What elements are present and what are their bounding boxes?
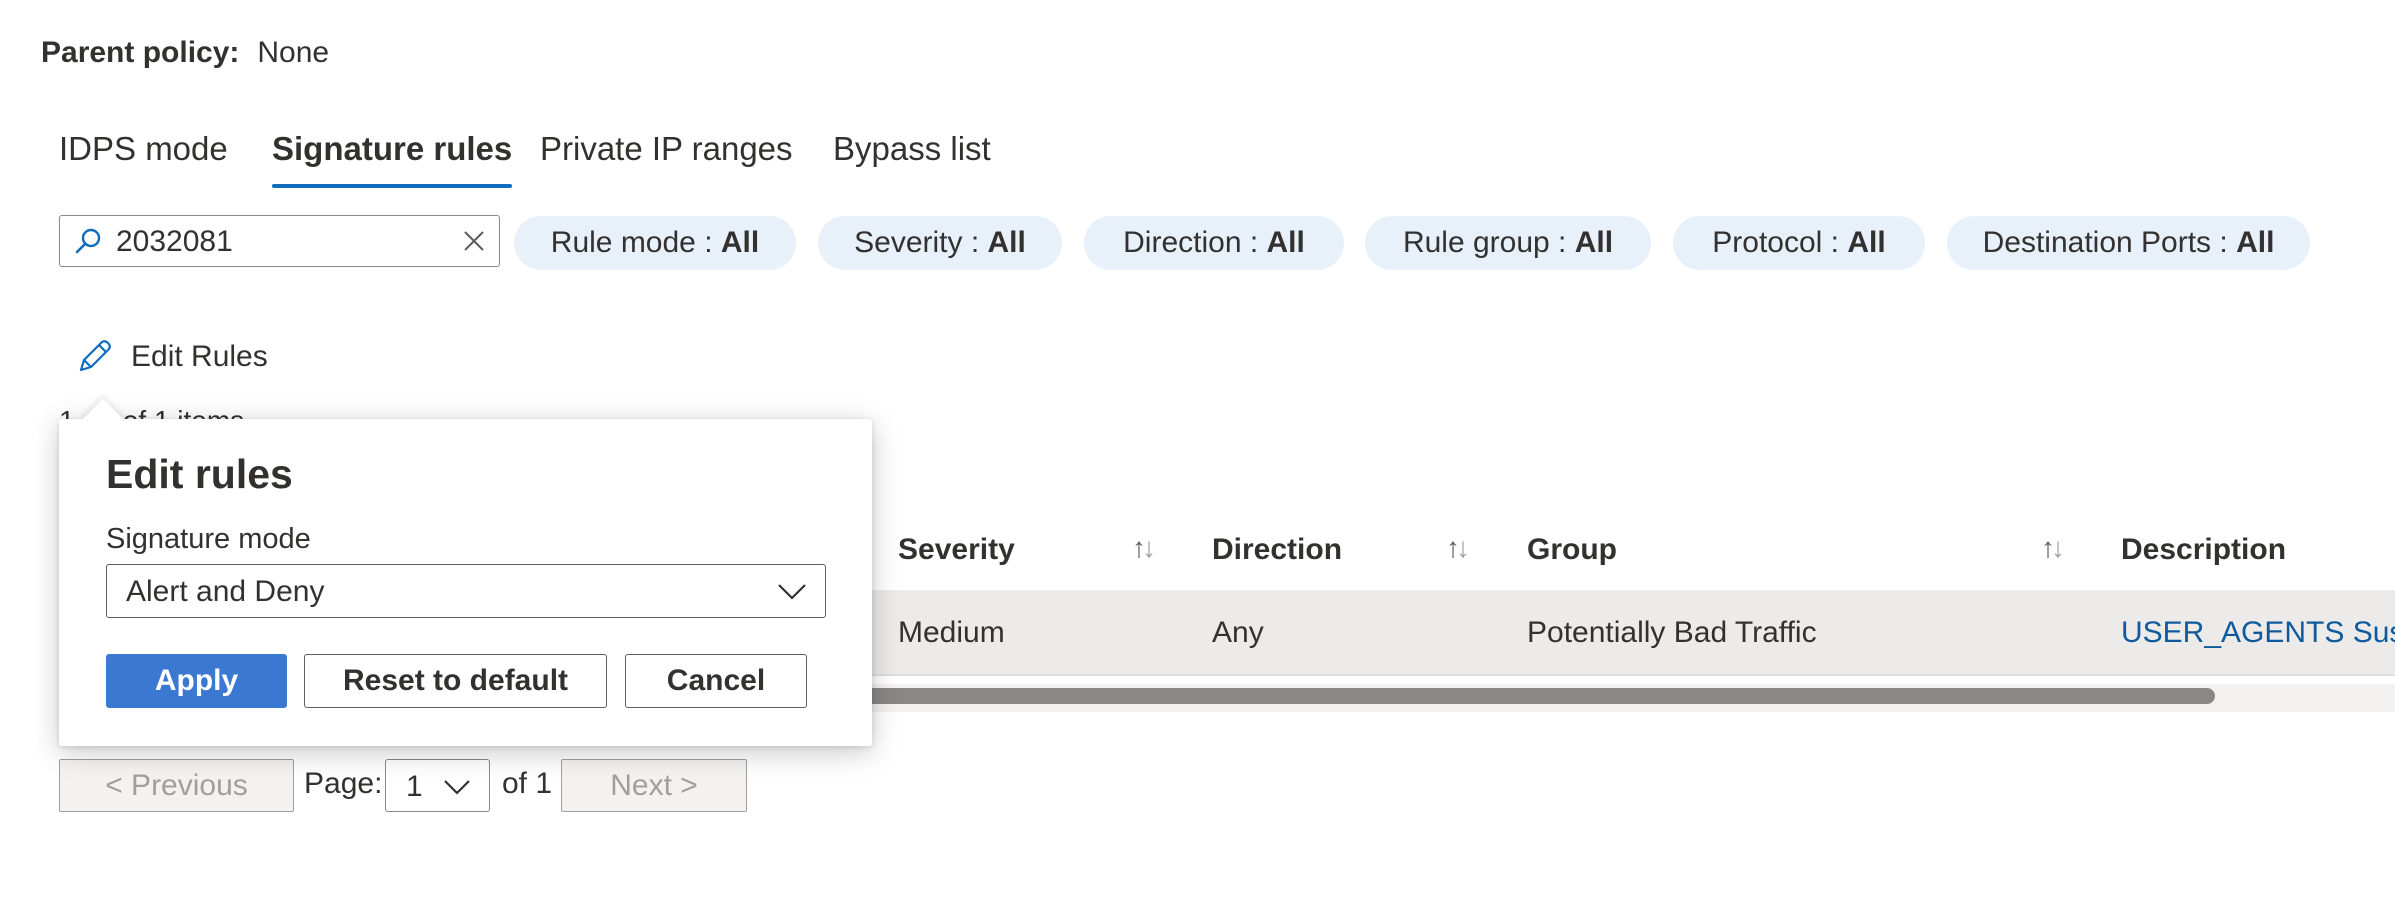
- filter-name: Protocol: [1712, 226, 1823, 259]
- filter-name: Destination Ports: [1982, 226, 2212, 259]
- filter-separator: :: [1549, 226, 1575, 259]
- page-select[interactable]: 1: [385, 759, 490, 812]
- filter-separator: :: [1822, 226, 1848, 259]
- search-icon: [75, 228, 101, 254]
- edit-rules-button[interactable]: Edit Rules: [75, 335, 268, 379]
- chevron-down-icon: [444, 780, 470, 795]
- tab-private-ip-ranges[interactable]: Private IP ranges: [540, 130, 793, 168]
- filter-name: Rule group: [1402, 226, 1550, 259]
- parent-policy-value: None: [257, 36, 330, 69]
- cell-direction: Any: [1212, 616, 1264, 649]
- column-header-group[interactable]: Group: [1527, 533, 1617, 567]
- signature-mode-value: Alert and Deny: [126, 575, 325, 608]
- filter-name: Severity: [854, 226, 963, 259]
- filter-rule-mode[interactable]: Rule mode : All: [514, 216, 796, 270]
- column-header-severity[interactable]: Severity: [898, 533, 1015, 567]
- page-of-label: of 1: [502, 767, 553, 800]
- cell-severity: Medium: [898, 616, 1005, 649]
- tab-bypass-list[interactable]: Bypass list: [833, 130, 991, 168]
- signature-mode-dropdown[interactable]: Alert and Deny: [106, 564, 826, 618]
- filter-value: All: [1847, 226, 1886, 259]
- filter-value: All: [720, 226, 760, 259]
- search-box[interactable]: 2032081: [59, 215, 500, 267]
- filter-direction[interactable]: Direction : All: [1084, 216, 1344, 270]
- callout-title: Edit rules: [106, 451, 293, 497]
- page-select-value: 1: [406, 770, 423, 803]
- tab-signature-rules[interactable]: Signature rules: [272, 130, 513, 188]
- filter-separator: :: [1241, 226, 1267, 259]
- chevron-down-icon: [778, 584, 806, 600]
- filter-name: Rule mode: [550, 226, 696, 259]
- close-icon[interactable]: [463, 230, 485, 252]
- filter-severity[interactable]: Severity : All: [818, 216, 1062, 270]
- tab-idps-mode[interactable]: IDPS mode: [59, 130, 228, 168]
- beak-cover: [72, 420, 142, 450]
- reset-to-default-button[interactable]: Reset to default: [304, 654, 607, 708]
- cell-group: Potentially Bad Traffic: [1527, 616, 1817, 649]
- cancel-button[interactable]: Cancel: [625, 654, 807, 708]
- filter-protocol[interactable]: Protocol : All: [1673, 216, 1925, 270]
- pencil-icon: [79, 340, 111, 372]
- page-label: Page:: [304, 767, 383, 800]
- filter-value: All: [1266, 226, 1305, 259]
- column-header-description[interactable]: Description: [2121, 533, 2286, 567]
- filter-name: Direction: [1123, 226, 1242, 259]
- cell-description-link[interactable]: USER_AGENTS Suspic: [2121, 616, 2395, 650]
- sort-direction-icon[interactable]: ↑↓: [1446, 532, 1470, 564]
- filter-value: All: [987, 226, 1026, 259]
- next-page-button[interactable]: Next >: [561, 759, 747, 812]
- filter-rule-group[interactable]: Rule group : All: [1365, 216, 1651, 270]
- filter-separator: :: [695, 226, 721, 259]
- filter-value: All: [2236, 226, 2275, 259]
- search-input[interactable]: 2032081: [116, 225, 233, 259]
- filter-separator: :: [962, 226, 988, 259]
- filter-destination-ports[interactable]: Destination Ports : All: [1947, 216, 2310, 270]
- sort-severity-icon[interactable]: ↑↓: [1132, 532, 1156, 564]
- column-header-direction[interactable]: Direction: [1212, 533, 1342, 567]
- parent-policy-label: Parent policy:: [41, 36, 240, 69]
- signature-mode-label: Signature mode: [106, 523, 311, 555]
- previous-page-button[interactable]: < Previous: [59, 759, 294, 812]
- sort-group-icon[interactable]: ↑↓: [2041, 532, 2065, 564]
- parent-policy: Parent policy: None: [41, 36, 329, 70]
- filter-value: All: [1574, 226, 1614, 259]
- edit-rules-label: Edit Rules: [131, 340, 268, 373]
- apply-button[interactable]: Apply: [106, 654, 287, 708]
- filter-separator: :: [2211, 226, 2237, 259]
